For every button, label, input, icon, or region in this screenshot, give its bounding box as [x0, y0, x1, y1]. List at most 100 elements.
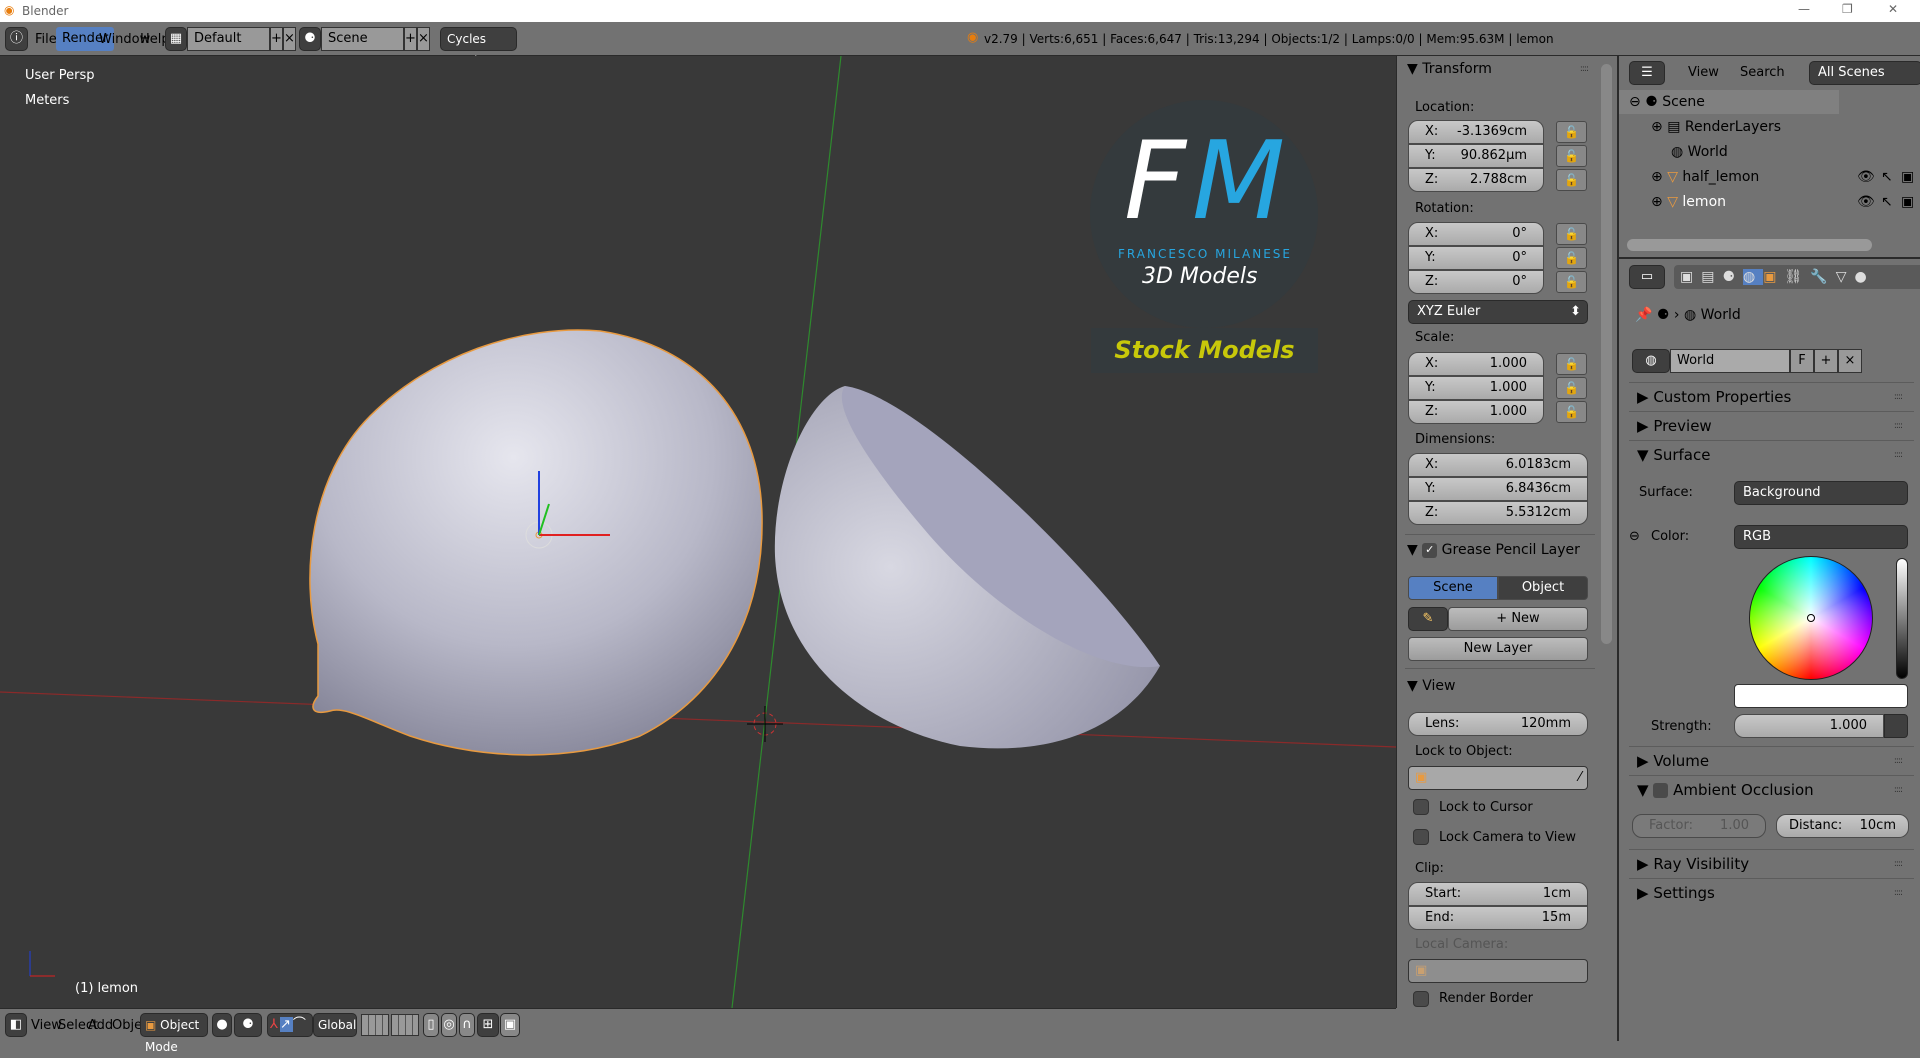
- section-ray-visibility[interactable]: ▶ Ray Visibility::::: [1629, 849, 1914, 877]
- expand-icon[interactable]: ⊕: [1651, 169, 1663, 185]
- eyedropper-icon[interactable]: ⁄: [1579, 767, 1587, 789]
- scale-z-field[interactable]: Z: 1.000: [1408, 400, 1544, 424]
- select-cursor-icon[interactable]: ↖: [1881, 190, 1893, 214]
- outliner-search-menu[interactable]: Search: [1740, 65, 1785, 80]
- outliner-row-lemon[interactable]: ⊕ ▽ lemon 👁 ↖ ▣: [1619, 190, 1919, 214]
- world-browse-icon[interactable]: ◍: [1632, 349, 1670, 373]
- lock-icon[interactable]: 🔓: [1556, 271, 1587, 293]
- lock-icon[interactable]: 🔓: [1556, 247, 1587, 269]
- location-z-field[interactable]: Z: 2.788cm: [1408, 168, 1544, 192]
- dimensions-y-field[interactable]: Y: 6.8436cm: [1408, 477, 1588, 501]
- world-name-field[interactable]: World: [1670, 349, 1790, 373]
- rotate-icon[interactable]: ⌒: [293, 1017, 308, 1032]
- outliner-row-world[interactable]: ◍ World: [1619, 140, 1919, 164]
- outliner-row-renderlayers[interactable]: ⊕ ▤ RenderLayers: [1619, 115, 1919, 139]
- pin-icon[interactable]: 📌: [1635, 307, 1652, 323]
- unlink-world-icon[interactable]: ×: [1838, 349, 1862, 373]
- lock-layers-icon[interactable]: ▯: [423, 1013, 439, 1037]
- pivot-icon[interactable]: ⚈: [234, 1013, 262, 1037]
- scene-icon[interactable]: ⚈: [299, 27, 321, 51]
- unlink-color-icon[interactable]: ⊖: [1629, 529, 1640, 544]
- section-settings[interactable]: ▶ Settings::::: [1629, 878, 1914, 906]
- properties-editor-icon[interactable]: ▭: [1629, 265, 1665, 289]
- render-tab-icon[interactable]: ▣: [1680, 269, 1701, 285]
- lock-icon[interactable]: 🔓: [1556, 401, 1587, 423]
- scene-field[interactable]: Scene: [321, 27, 404, 51]
- drag-grip-icon[interactable]: ::::: [1894, 850, 1903, 878]
- grease-object-tab[interactable]: Object: [1498, 576, 1588, 600]
- layers-tab-icon[interactable]: ▤: [1701, 269, 1722, 285]
- lock-icon[interactable]: 🔓: [1556, 145, 1587, 167]
- outliner-view-menu[interactable]: View: [1688, 65, 1719, 80]
- brightness-slider[interactable]: [1896, 558, 1908, 679]
- scrollbar[interactable]: [1601, 64, 1612, 644]
- select-cursor-icon[interactable]: ↖: [1881, 165, 1893, 189]
- lock-icon[interactable]: 🔓: [1556, 377, 1587, 399]
- outliner-row-half-lemon[interactable]: ⊕ ▽ half_lemon 👁 ↖ ▣: [1619, 165, 1919, 189]
- drag-grip-icon[interactable]: ::::: [1894, 441, 1903, 469]
- new-grease-button[interactable]: + New: [1448, 607, 1588, 631]
- mode-select[interactable]: ▣ Object Mode: [140, 1013, 208, 1054]
- translate-icon[interactable]: ↗: [279, 1017, 293, 1032]
- shading-solid-icon[interactable]: ●: [212, 1013, 232, 1037]
- fake-user-button[interactable]: F: [1790, 349, 1814, 373]
- visibility-eye-icon[interactable]: 👁: [1857, 165, 1875, 189]
- section-ambient-occlusion[interactable]: ▼ Ambient Occlusion::::: [1629, 775, 1914, 803]
- new-world-icon[interactable]: +: [1814, 349, 1838, 373]
- add-scene-icon[interactable]: +: [404, 27, 417, 51]
- proportional-edit-icon[interactable]: ◎: [441, 1013, 457, 1037]
- lock-cursor-checkbox[interactable]: [1413, 799, 1429, 815]
- render-border-checkbox[interactable]: [1413, 991, 1429, 1007]
- lens-field[interactable]: Lens: 120mm: [1408, 712, 1588, 736]
- scale-y-field[interactable]: Y: 1.000: [1408, 376, 1544, 400]
- rotation-z-field[interactable]: Z: 0°: [1408, 270, 1544, 294]
- lock-icon[interactable]: 🔓: [1556, 223, 1587, 245]
- surface-select[interactable]: Background: [1734, 481, 1908, 505]
- render-icon[interactable]: ▣: [500, 1013, 520, 1037]
- transform-header[interactable]: ▼ Transform: [1407, 61, 1492, 77]
- expand-icon[interactable]: ⊕: [1651, 119, 1663, 135]
- manipulator-toggle-icon[interactable]: ⅄: [270, 1017, 280, 1032]
- rotation-y-field[interactable]: Y: 0°: [1408, 246, 1544, 270]
- snap-element-icon[interactable]: ⊞: [477, 1013, 499, 1037]
- outliner-filter-select[interactable]: All Scenes: [1809, 61, 1920, 85]
- material-tab-icon[interactable]: ●: [1854, 269, 1874, 285]
- drag-grip-icon[interactable]: ::::: [1894, 412, 1903, 440]
- local-camera-field[interactable]: ▣: [1408, 959, 1588, 983]
- orientation-select[interactable]: Global: [313, 1013, 357, 1037]
- expand-icon[interactable]: ⊕: [1651, 194, 1663, 210]
- scale-x-field[interactable]: X: 1.000: [1408, 352, 1544, 376]
- close-button[interactable]: ✕: [1888, 2, 1898, 16]
- section-custom-properties[interactable]: ▶ Custom Properties::::: [1629, 382, 1914, 410]
- modifiers-tab-icon[interactable]: 🔧: [1810, 269, 1835, 285]
- grease-scene-tab[interactable]: Scene: [1408, 576, 1498, 600]
- location-x-field[interactable]: X: -3.1369cm: [1408, 120, 1544, 144]
- drag-grip-icon[interactable]: ::::: [1580, 64, 1589, 74]
- minimize-button[interactable]: —: [1798, 2, 1810, 16]
- color-wheel[interactable]: [1749, 556, 1873, 680]
- section-preview[interactable]: ▶ Preview::::: [1629, 411, 1914, 439]
- lock-icon[interactable]: 🔓: [1556, 169, 1587, 191]
- layout-icon[interactable]: ▦: [165, 27, 187, 51]
- menu-add[interactable]: Add: [88, 1018, 113, 1033]
- render-camera-icon[interactable]: ▣: [1901, 190, 1914, 214]
- layers-grid-1[interactable]: [361, 1014, 389, 1036]
- grease-pencil-header[interactable]: ▼ ✓ Grease Pencil Layer: [1407, 542, 1580, 558]
- object-tab-icon[interactable]: ▣: [1763, 269, 1784, 285]
- render-engine-select[interactable]: Cycles Render: [440, 27, 517, 68]
- add-layout-icon[interactable]: +: [270, 27, 283, 51]
- context-tabs[interactable]: ▣▤⚈◍▣⛓🔧▽●: [1674, 265, 1920, 289]
- snap-icon[interactable]: ∩: [459, 1013, 475, 1037]
- drag-grip-icon[interactable]: ::::: [1894, 879, 1903, 907]
- color-mode-select[interactable]: RGB: [1734, 525, 1908, 549]
- rotation-x-field[interactable]: X: 0°: [1408, 222, 1544, 246]
- dimensions-z-field[interactable]: Z: 5.5312cm: [1408, 501, 1588, 525]
- maximize-button[interactable]: ❐: [1842, 2, 1853, 16]
- outliner-row-scene[interactable]: ⊖ ⚈ Scene: [1619, 90, 1839, 114]
- lock-camera-checkbox[interactable]: [1413, 829, 1429, 845]
- lock-icon[interactable]: 🔓: [1556, 121, 1587, 143]
- ao-factor-field[interactable]: Factor: 1.00: [1632, 814, 1766, 838]
- lock-icon[interactable]: 🔓: [1556, 353, 1587, 375]
- layers-grid-2[interactable]: [391, 1014, 419, 1036]
- drag-grip-icon[interactable]: ::::: [1894, 383, 1903, 411]
